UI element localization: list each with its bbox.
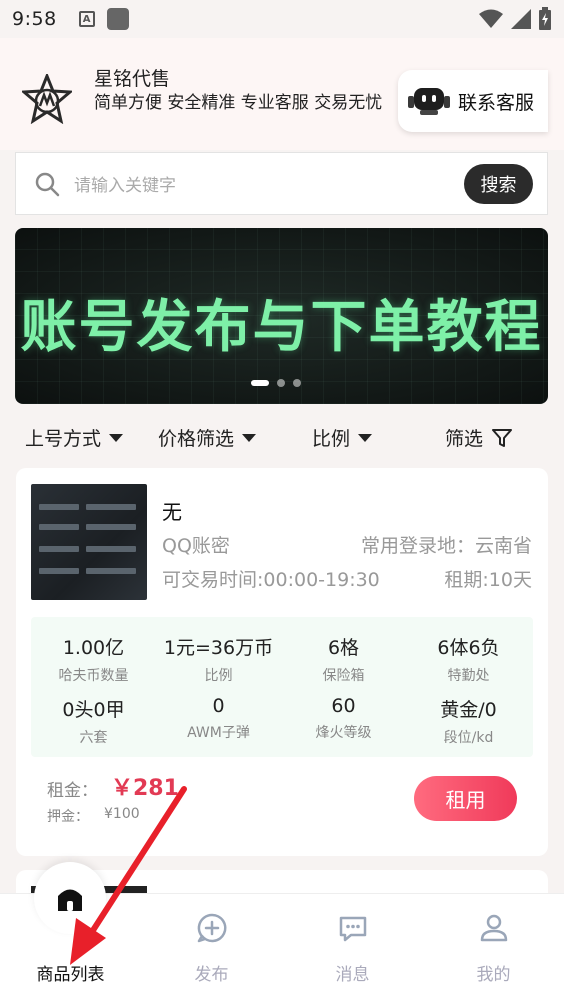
rent-price: ￥281 [111,776,179,801]
stat-label: 哈夫币数量 [58,668,129,684]
search-input[interactable]: 请输入关键字 [74,171,176,196]
rent-button[interactable]: 租用 [414,776,517,821]
banner-indicator [251,379,301,387]
publish-icon [197,913,227,943]
stat-label: 比例 [204,668,233,684]
filter-price[interactable]: 价格筛选 [158,424,257,451]
filter-label: 比例 [312,428,351,450]
caret-down-icon [358,433,373,442]
status-bar: 9:58 A [0,0,564,38]
profile-icon [480,914,508,942]
rent-label: 租金： [47,781,98,801]
tab-publish[interactable]: 发布 [141,894,282,1004]
search-icon [35,172,60,196]
listing-stats: 1.00亿 哈夫币数量 1元=36万币 比例 6格 保险箱 6体6负 特勤处 0… [31,617,533,757]
tab-profile[interactable]: 我的 [423,894,564,1004]
stat-item: 黄金/0 段位/kd [406,695,531,747]
stat-value: 0 [212,695,225,717]
stat-item: 6体6负 特勤处 [406,633,531,685]
stat-item: 0头0甲 六套 [31,695,156,747]
tab-label: 商品列表 [36,965,105,985]
stat-value: 1.00亿 [62,637,125,659]
search-button[interactable]: 搜索 [464,164,533,204]
stat-value: 6体6负 [437,637,500,659]
filter-more[interactable]: 筛选 [445,424,513,451]
wifi-icon [479,9,503,28]
stat-value: 0头0甲 [62,699,125,721]
search-bar[interactable]: 请输入关键字 搜索 [15,152,548,215]
banner-title: 账号发布与下单教程 [20,295,543,360]
banner-dot[interactable] [277,379,285,387]
tab-product-list[interactable]: 商品列表 [0,862,141,1004]
filter-label: 上号方式 [25,428,102,450]
status-time: 9:58 [12,8,57,30]
filter-label: 筛选 [445,428,484,450]
account-type: QQ账密 [162,535,230,557]
home-icon [34,862,106,934]
tab-label: 我的 [476,965,511,985]
message-icon [339,916,367,942]
stat-value: 黄金/0 [440,699,497,721]
filter-login-method[interactable]: 上号方式 [25,424,124,451]
login-location: 常用登录地：云南省 [360,535,532,557]
robot-icon [408,88,450,115]
stat-label: AWM子弹 [187,725,250,741]
stat-label: 六套 [79,730,108,746]
stat-value: 60 [331,695,356,717]
stat-item: 60 烽火等级 [281,695,406,742]
filter-ratio[interactable]: 比例 [312,424,373,451]
stat-item: 0 AWM子弹 [156,695,281,742]
stat-value: 1元=36万币 [163,637,274,659]
contact-service-button[interactable]: 联系客服 [398,70,548,132]
stat-label: 烽火等级 [315,725,372,741]
signal-icon [511,9,531,29]
notification-a-icon: A [78,11,95,27]
filter-bar: 上号方式 价格筛选 比例 筛选 [0,416,564,458]
caret-down-icon [109,433,124,442]
funnel-icon [492,428,513,447]
banner-dot[interactable] [251,380,269,386]
tab-label: 发布 [194,965,229,985]
stat-item: 6格 保险箱 [281,633,406,685]
stat-label: 特勤处 [447,668,490,684]
stat-value: 6格 [327,637,360,659]
deposit-price: ¥100 [104,806,140,822]
trade-time: 可交易时间:00:00-19:30 [162,569,380,591]
brand-name: 星铭代售 [94,68,171,90]
battery-icon [539,7,551,30]
lease-term: 租期:10天 [444,569,532,591]
listing-thumbnail [31,484,147,600]
banner-dot[interactable] [293,379,301,387]
tab-label: 消息 [335,965,370,985]
tutorial-banner[interactable]: 账号发布与下单教程 [15,228,548,404]
filter-label: 价格筛选 [158,428,235,450]
brand-description: 简单方便 安全精准 专业客服 交易无忧 [94,93,383,113]
contact-service-label: 联系客服 [458,91,535,114]
stat-label: 段位/kd [443,730,494,746]
tab-messages[interactable]: 消息 [282,894,423,1004]
listing-title: 无 [162,500,182,524]
stat-item: 1.00亿 哈夫币数量 [31,633,156,685]
stat-label: 保险箱 [322,668,365,684]
listing-card[interactable]: 无 QQ账密 常用登录地：云南省 可交易时间:00:00-19:30 租期:10… [16,468,548,856]
brand-logo-icon [22,74,72,124]
status-icons [478,7,552,31]
bottom-tab-bar: 商品列表 发布 消息 我的 [0,862,564,1004]
caret-down-icon [242,433,257,442]
notification-app-icon [106,8,129,30]
stat-item: 1元=36万币 比例 [156,633,281,685]
header: 星铭代售 简单方便 安全精准 专业客服 交易无忧 联系客服 [0,38,564,150]
deposit-label: 押金： [47,809,89,825]
